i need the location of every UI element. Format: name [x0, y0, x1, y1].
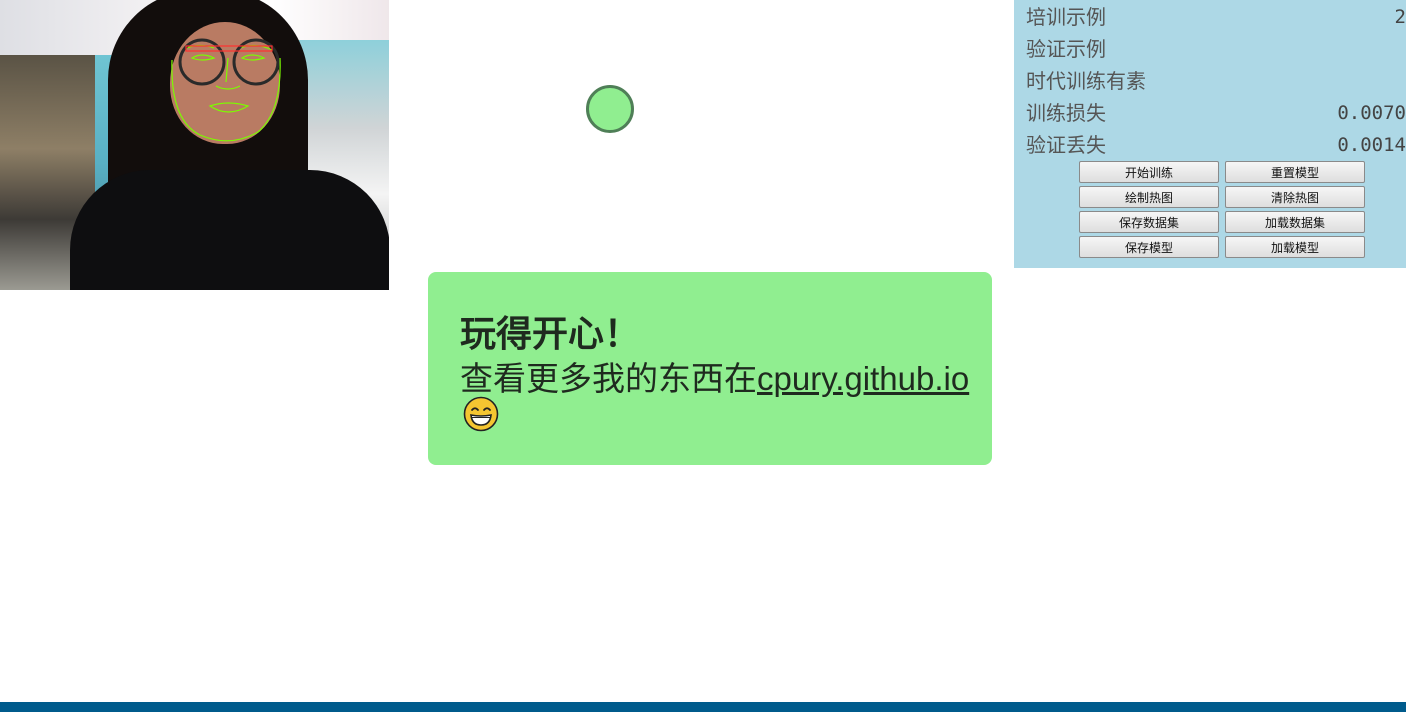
grinning-face-icon	[463, 396, 499, 432]
start-training-button[interactable]: 开始训练	[1079, 161, 1219, 183]
draw-heatmap-button[interactable]: 绘制热图	[1079, 186, 1219, 208]
stat-training-loss: 训练损失 0.0070	[1026, 97, 1406, 127]
stat-validation-examples: 验证示例	[1026, 33, 1406, 63]
card-text-line: 查看更多我的东西在cpury.github.io	[460, 357, 980, 401]
stat-training-examples: 培训示例 2	[1026, 1, 1406, 31]
stat-label: 培训示例	[1026, 5, 1106, 29]
stat-label: 训练损失	[1026, 101, 1106, 125]
stat-label: 验证丢失	[1026, 133, 1106, 157]
stat-validation-loss: 验证丢失 0.0014	[1026, 129, 1406, 159]
stat-epochs-trained: 时代训练有素	[1026, 65, 1406, 95]
stat-label: 验证示例	[1026, 37, 1106, 61]
load-model-button[interactable]: 加载模型	[1225, 236, 1365, 258]
card-text: 查看更多我的东西在	[460, 360, 757, 397]
website-link[interactable]: cpury.github.io	[757, 360, 969, 397]
card-title: 玩得开心！	[460, 313, 641, 354]
load-dataset-button[interactable]: 加载数据集	[1225, 211, 1365, 233]
page: 培训示例 2 验证示例 时代训练有素 训练损失 0.0070 验证丢失 0.00…	[0, 0, 1406, 712]
webcam-feed	[0, 0, 389, 290]
stat-value: 0.0014	[1337, 134, 1406, 156]
bottom-bar	[0, 702, 1406, 712]
stat-label: 时代训练有素	[1026, 69, 1146, 93]
message-card: 玩得开心！ 查看更多我的东西在cpury.github.io	[428, 272, 992, 465]
gaze-target-dot	[586, 85, 634, 133]
reset-model-button[interactable]: 重置模型	[1225, 161, 1365, 183]
save-model-button[interactable]: 保存模型	[1079, 236, 1219, 258]
stat-value: 0.0070	[1337, 102, 1406, 124]
stat-value: 2	[1394, 6, 1406, 28]
save-dataset-button[interactable]: 保存数据集	[1079, 211, 1219, 233]
clear-heatmap-button[interactable]: 清除热图	[1225, 186, 1365, 208]
face-landmarks-overlay	[171, 38, 281, 142]
training-panel: 培训示例 2 验证示例 时代训练有素 训练损失 0.0070 验证丢失 0.00…	[1014, 0, 1406, 268]
